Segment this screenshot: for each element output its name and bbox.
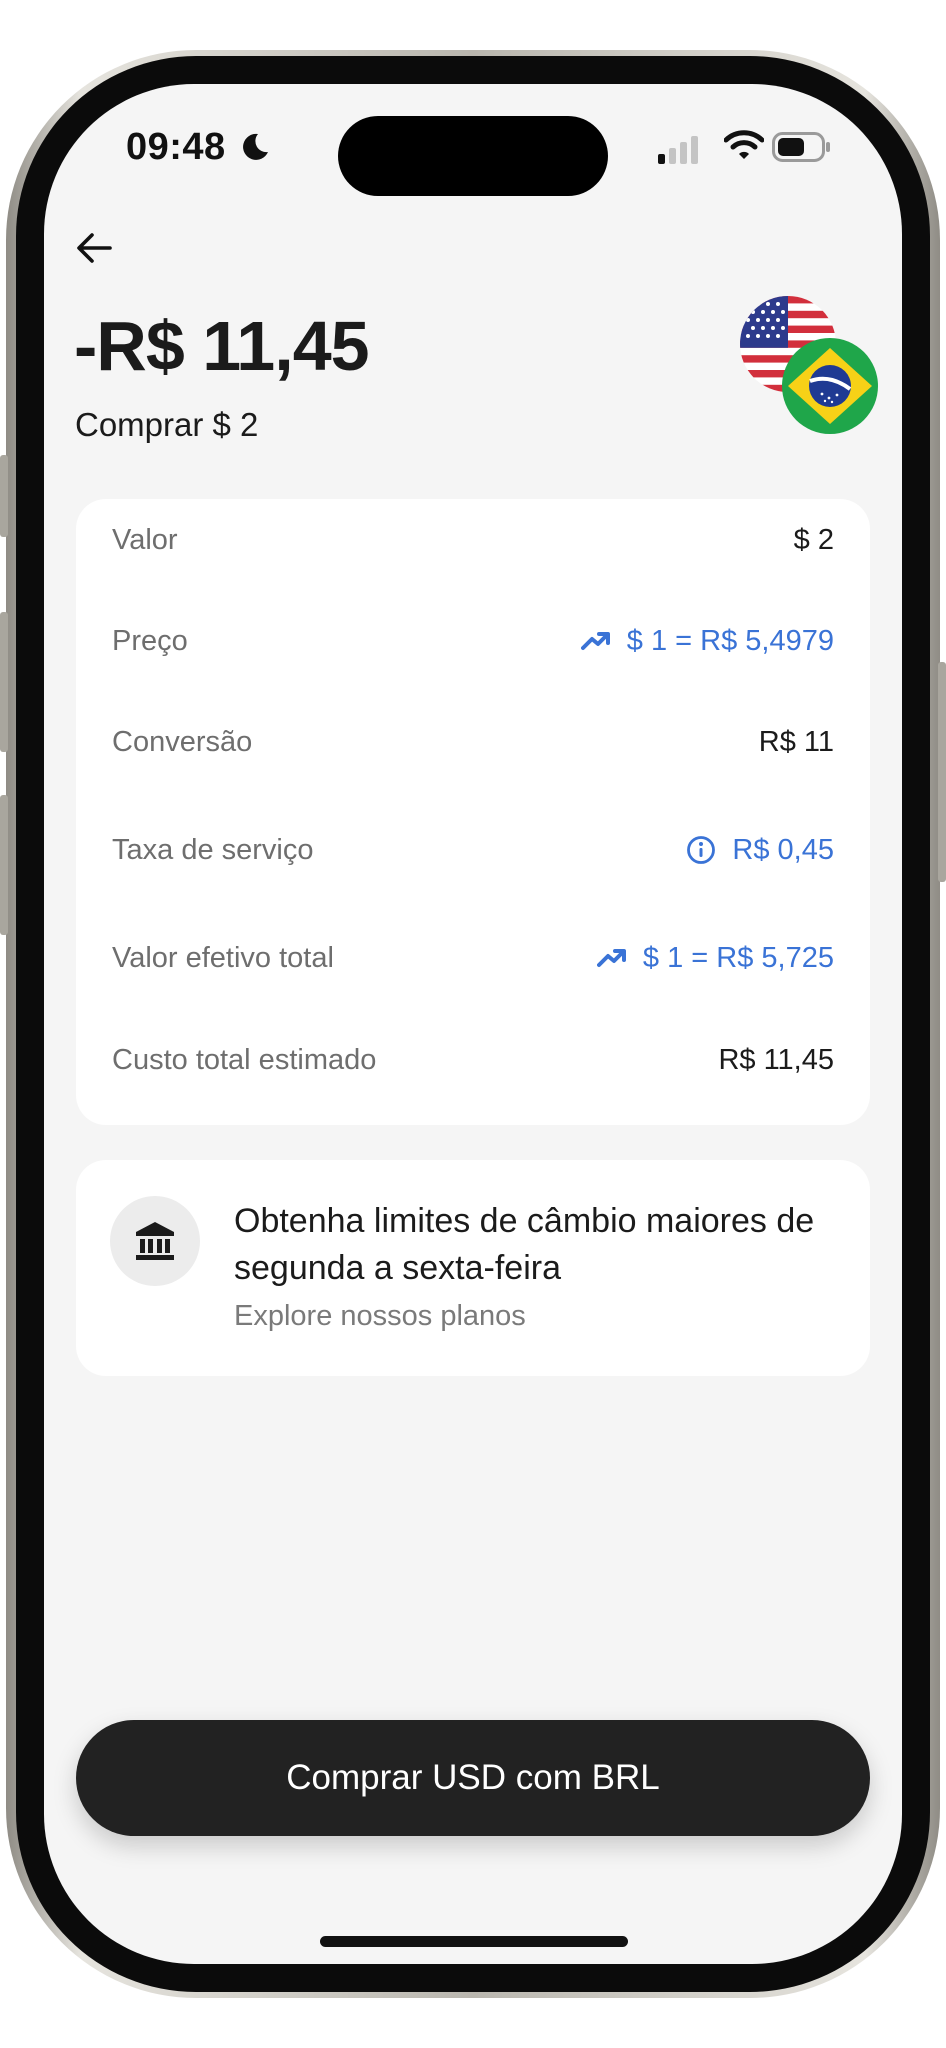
detail-value: R$ 11,45	[718, 1043, 834, 1076]
detail-row-custo-total: Custo total estimado R$ 11,45	[112, 1035, 834, 1085]
detail-value: R$ 11	[758, 725, 834, 758]
moon-icon	[243, 133, 268, 160]
detail-value[interactable]: R$ 0,45	[686, 834, 834, 867]
detail-label: Preço	[112, 624, 188, 657]
transaction-subtitle: Comprar $ 2	[75, 406, 259, 443]
dynamic-island	[338, 116, 608, 196]
detail-label: Custo total estimado	[112, 1043, 377, 1076]
buy-usd-button[interactable]: Comprar USD com BRL	[76, 1720, 870, 1836]
detail-row-taxa-servico[interactable]: Taxa de serviço R$ 0,45	[112, 825, 834, 875]
brazil-flag-icon	[782, 338, 878, 434]
phone-volume-down-button	[0, 795, 8, 935]
home-indicator	[320, 1936, 628, 1947]
phone-action-button	[0, 455, 8, 537]
status-time: 09:48	[126, 126, 226, 168]
detail-label: Taxa de serviço	[112, 833, 314, 866]
cellular-signal-icon	[658, 136, 698, 164]
detail-label: Valor efetivo total	[112, 941, 334, 974]
detail-row-valor-efetivo[interactable]: Valor efetivo total $ 1 = R$ 5,725	[112, 933, 834, 983]
phone-power-button	[938, 662, 946, 882]
detail-row-valor: Valor $ 2	[112, 515, 834, 565]
info-icon[interactable]	[686, 835, 716, 865]
transaction-amount: -R$ 11,45	[74, 307, 370, 385]
phone-volume-up-button	[0, 612, 8, 752]
app-screen: 09:48 -R$ 11,45 Comprar $ 2 Valor $ 2 Pr…	[44, 84, 902, 1964]
detail-label: Conversão	[112, 725, 253, 758]
promo-title: Obtenha limites de câmbio maiores de seg…	[234, 1202, 815, 1287]
detail-value[interactable]: $ 1 = R$ 5,725	[596, 942, 834, 975]
detail-label: Valor	[112, 523, 178, 556]
plans-promo-card[interactable]: Obtenha limites de câmbio maiores de seg…	[76, 1160, 870, 1376]
exchange-details-card: Valor $ 2 Preço $ 1 = R$ 5,4979 Conversã…	[76, 499, 870, 1125]
back-arrow-icon[interactable]	[72, 226, 116, 270]
trending-up-icon	[596, 949, 626, 967]
trending-up-icon	[580, 632, 610, 650]
battery-icon	[772, 132, 830, 162]
bank-badge	[110, 1196, 200, 1286]
detail-value: $ 2	[793, 523, 834, 556]
wifi-icon	[724, 130, 764, 159]
bank-icon	[136, 1222, 174, 1260]
detail-value[interactable]: $ 1 = R$ 5,4979	[580, 625, 834, 658]
detail-row-conversao: Conversão R$ 11	[112, 717, 834, 767]
explore-plans-link[interactable]: Explore nossos planos	[234, 1300, 526, 1333]
detail-row-preco[interactable]: Preço $ 1 = R$ 5,4979	[112, 616, 834, 666]
